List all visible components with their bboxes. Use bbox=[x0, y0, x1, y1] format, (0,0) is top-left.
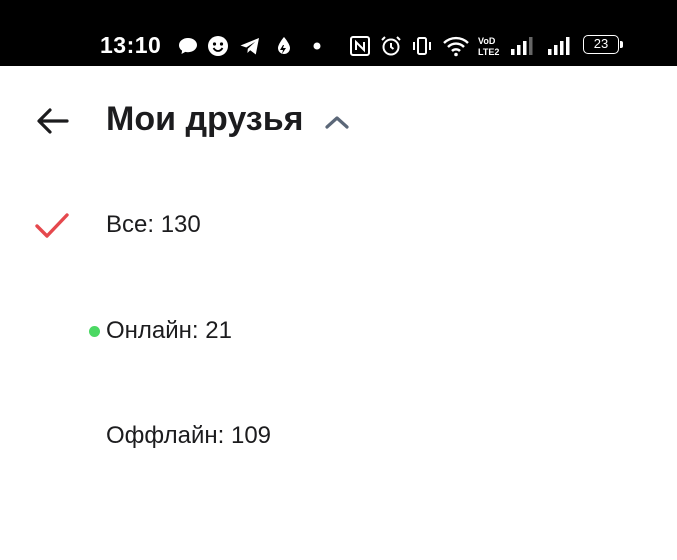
filter-label: Оффлайн: 109 bbox=[106, 422, 272, 449]
vibrate-icon bbox=[410, 34, 434, 58]
dot-icon bbox=[305, 34, 329, 58]
volte-icon: VoD LTE2 bbox=[477, 34, 503, 58]
alarm-icon bbox=[379, 34, 403, 58]
nfc-icon bbox=[348, 34, 372, 58]
battery-tip bbox=[620, 41, 623, 48]
header: Мои друзья bbox=[0, 66, 677, 176]
filter-label: Все: 130 bbox=[106, 211, 201, 238]
signal-icon bbox=[546, 34, 570, 58]
smiley-icon bbox=[206, 34, 230, 58]
status-bar: 13:10 VoD LTE2 23 bbox=[0, 0, 677, 66]
filter-item-all[interactable]: Все: 130 bbox=[0, 189, 677, 259]
filter-item-online[interactable]: Онлайн: 21 bbox=[0, 295, 677, 365]
status-time: 13:10 bbox=[100, 32, 162, 58]
filter-label: Онлайн: 21 bbox=[106, 317, 232, 344]
page-title[interactable]: Мои друзья bbox=[106, 100, 303, 139]
arrow-left-icon bbox=[37, 108, 69, 134]
online-dot bbox=[89, 326, 100, 337]
signal-icon bbox=[509, 34, 533, 58]
chat-bubble-icon bbox=[176, 34, 200, 58]
telegram-icon bbox=[238, 34, 262, 58]
wifi-icon bbox=[442, 34, 470, 58]
back-button[interactable] bbox=[30, 100, 74, 144]
svg-text:VoD: VoD bbox=[478, 36, 496, 46]
drop-icon bbox=[272, 34, 296, 58]
chevron-up-icon[interactable] bbox=[322, 108, 352, 138]
checkmark-icon bbox=[34, 207, 70, 243]
battery-indicator: 23 bbox=[583, 35, 619, 54]
filter-item-offline[interactable]: Оффлайн: 109 bbox=[0, 400, 677, 470]
svg-text:LTE2: LTE2 bbox=[478, 47, 499, 57]
